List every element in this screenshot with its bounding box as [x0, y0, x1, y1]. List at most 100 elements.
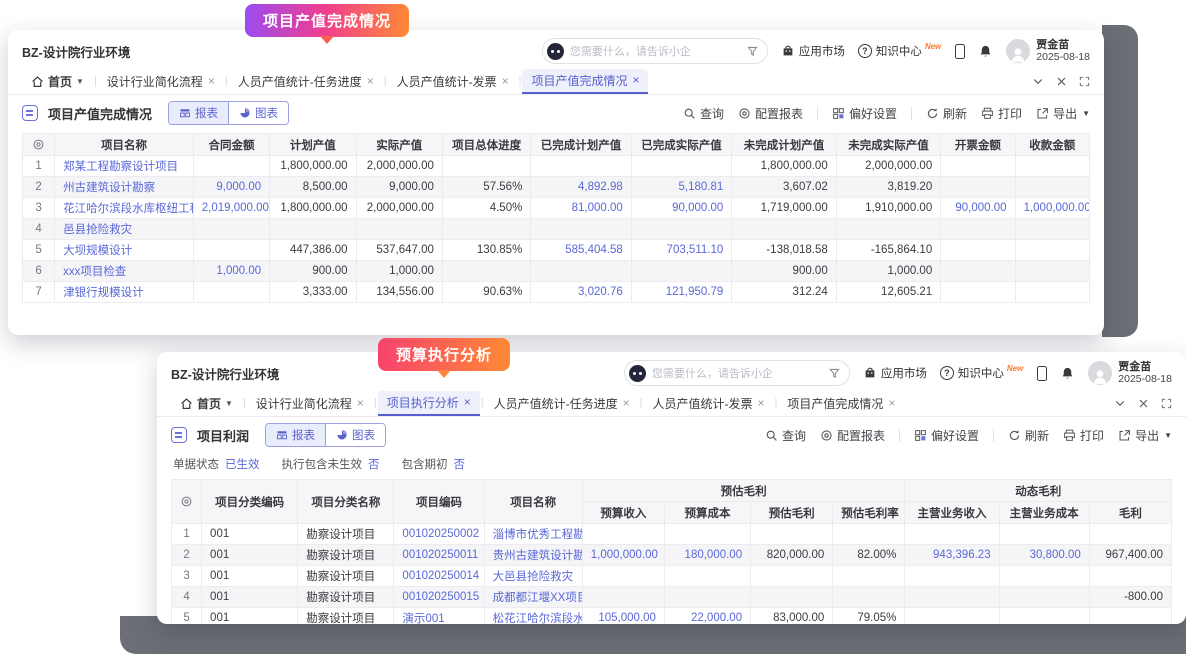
cell-link[interactable]: 贵州古建筑设计勘察	[484, 545, 582, 566]
mobile-icon[interactable]	[955, 44, 965, 59]
filter-value[interactable]: 否	[454, 459, 466, 471]
cell-link[interactable]: 22,000.00	[664, 608, 750, 625]
close-icon[interactable]	[1138, 398, 1149, 409]
tab-close-icon[interactable]	[502, 74, 509, 88]
minimize-icon[interactable]	[1114, 397, 1126, 409]
table-row[interactable]: 3花江哈尔滨段水库枢纽工程勘察2,019,000.001,800,000.002…	[23, 198, 1090, 219]
cell-link[interactable]: 121,950.79	[631, 282, 731, 303]
chevron-down-icon[interactable]: ▼	[1164, 431, 1172, 440]
chevron-down-icon[interactable]: ▼	[76, 77, 84, 86]
avatar[interactable]	[1088, 361, 1112, 385]
table-row[interactable]: 1郑某工程勘察设计项目1,800,000.002,000,000.001,800…	[23, 156, 1090, 177]
filter-item[interactable]: 执行包含未生效否	[282, 456, 380, 472]
tab-close-icon[interactable]	[623, 396, 630, 410]
cell-link[interactable]: 105,000.00	[582, 608, 664, 625]
cell-link[interactable]: 大坝规模设计	[55, 240, 194, 261]
chart-view-button[interactable]: 图表	[325, 424, 385, 446]
tab-item[interactable]: 人员产值统计-发票	[388, 70, 518, 93]
cell-link[interactable]: 5,180.81	[631, 177, 731, 198]
cell-link[interactable]: 4,892.98	[531, 177, 631, 198]
chevron-down-icon[interactable]: ▼	[225, 399, 233, 408]
cell-link[interactable]: 90,000.00	[941, 198, 1015, 219]
toolbar-grid-button[interactable]: 偏好设置	[832, 105, 897, 122]
knowledge-center-button[interactable]: 知识中心 New	[858, 43, 942, 59]
close-icon[interactable]	[1056, 76, 1067, 87]
table-row[interactable]: 3001勘察设计项目001020250014大邑县抢险救灾	[172, 566, 1172, 587]
tab-close-icon[interactable]	[888, 396, 895, 410]
cell-link[interactable]: 90,000.00	[631, 198, 731, 219]
tab-item[interactable]: 项目执行分析	[378, 391, 480, 416]
chart-view-button[interactable]: 图表	[228, 102, 288, 124]
column-header[interactable]: 计划产值	[270, 134, 356, 156]
column-header[interactable]: 合同金额	[193, 134, 269, 156]
cell-link[interactable]: 943,396.23	[905, 545, 999, 566]
cell-link[interactable]: 1,000,000.00	[1015, 198, 1089, 219]
column-header[interactable]: 项目分类名称	[298, 480, 394, 524]
tab-item[interactable]: 人员产值统计-任务进度	[485, 392, 639, 415]
app-market-button[interactable]: 应用市场	[863, 365, 927, 381]
filter-icon[interactable]	[828, 367, 841, 380]
toolbar-printer-button[interactable]: 打印	[981, 105, 1022, 122]
column-header[interactable]: 项目名称	[484, 480, 582, 524]
report-view-button[interactable]: 报表	[169, 102, 228, 124]
cell-link[interactable]: 180,000.00	[664, 545, 750, 566]
toolbar-grid-button[interactable]: 偏好设置	[914, 427, 979, 444]
cell-link[interactable]: 邑县抢险救灾	[55, 219, 194, 240]
column-header[interactable]: 项目编码	[394, 480, 484, 524]
tab-item[interactable]: 设计行业简化流程	[247, 392, 373, 415]
column-header[interactable]: 开票金额	[941, 134, 1015, 156]
toolbar-refresh-button[interactable]: 刷新	[926, 105, 967, 122]
toolbar-gear-button[interactable]: 配置报表	[738, 105, 803, 122]
table-row[interactable]: 4邑县抢险救灾	[23, 219, 1090, 240]
column-settings-icon[interactable]	[172, 480, 202, 524]
filter-icon[interactable]	[746, 45, 759, 58]
table-row[interactable]: 5大坝规模设计447,386.00537,647.00130.85%585,40…	[23, 240, 1090, 261]
toolbar-gear-button[interactable]: 配置报表	[820, 427, 885, 444]
table-row[interactable]: 4001勘察设计项目001020250015成都都江堰XX项目-800.00	[172, 587, 1172, 608]
tab-item[interactable]: 人员产值统计-任务进度	[229, 70, 383, 93]
avatar[interactable]	[1006, 39, 1030, 63]
cell-link[interactable]: 1,000,000.00	[582, 545, 664, 566]
column-header[interactable]: 已完成计划产值	[531, 134, 631, 156]
cell-link[interactable]: 001020250015	[394, 587, 484, 608]
toolbar-export-button[interactable]: 导出▼	[1036, 105, 1090, 122]
column-header[interactable]: 预算成本	[664, 502, 750, 524]
cell-link[interactable]: 81,000.00	[531, 198, 631, 219]
filter-item[interactable]: 包含期初否	[402, 456, 466, 472]
column-settings-icon[interactable]	[23, 134, 55, 156]
column-header[interactable]: 未完成计划产值	[732, 134, 836, 156]
search-input[interactable]: 您需要什么，请告诉小企	[624, 360, 850, 386]
cell-link[interactable]: 2,019,000.00	[193, 198, 269, 219]
column-header[interactable]: 实际产值	[356, 134, 442, 156]
bell-icon[interactable]	[1060, 366, 1075, 381]
minimize-icon[interactable]	[1032, 75, 1044, 87]
column-header[interactable]: 收款金额	[1015, 134, 1089, 156]
toolbar-search-button[interactable]: 查询	[765, 427, 806, 444]
filter-item[interactable]: 单据状态已生效	[173, 456, 260, 472]
app-market-button[interactable]: 应用市场	[781, 43, 845, 59]
table-row[interactable]: 6xxx项目检查1,000.00900.001,000.00900.001,00…	[23, 261, 1090, 282]
column-header[interactable]: 主营业务成本	[999, 502, 1089, 524]
knowledge-center-button[interactable]: 知识中心 New	[940, 365, 1024, 381]
cell-link[interactable]: xxx项目检查	[55, 261, 194, 282]
cell-link[interactable]: 001020250002	[394, 524, 484, 545]
tab-home[interactable]: 首页▼	[171, 392, 242, 415]
column-header[interactable]: 项目分类编码	[202, 480, 298, 524]
cell-link[interactable]: 郑某工程勘察设计项目	[55, 156, 194, 177]
tab-close-icon[interactable]	[208, 74, 215, 88]
column-header[interactable]: 毛利	[1089, 502, 1171, 524]
search-input[interactable]: 您需要什么，请告诉小企	[542, 38, 768, 64]
cell-link[interactable]: 松花江哈尔滨段水库	[484, 608, 582, 625]
filter-value[interactable]: 已生效	[225, 459, 260, 471]
fullscreen-icon[interactable]	[1161, 398, 1172, 409]
mobile-icon[interactable]	[1037, 366, 1047, 381]
cell-link[interactable]: 州古建筑设计勘察	[55, 177, 194, 198]
cell-link[interactable]: 585,404.58	[531, 240, 631, 261]
chevron-down-icon[interactable]: ▼	[1082, 109, 1090, 118]
column-header[interactable]: 项目名称	[55, 134, 194, 156]
column-header[interactable]: 预算收入	[582, 502, 664, 524]
tab-home[interactable]: 首页▼	[22, 70, 93, 93]
bell-icon[interactable]	[978, 44, 993, 59]
cell-link[interactable]: 3,020.76	[531, 282, 631, 303]
cell-link[interactable]: 大邑县抢险救灾	[484, 566, 582, 587]
